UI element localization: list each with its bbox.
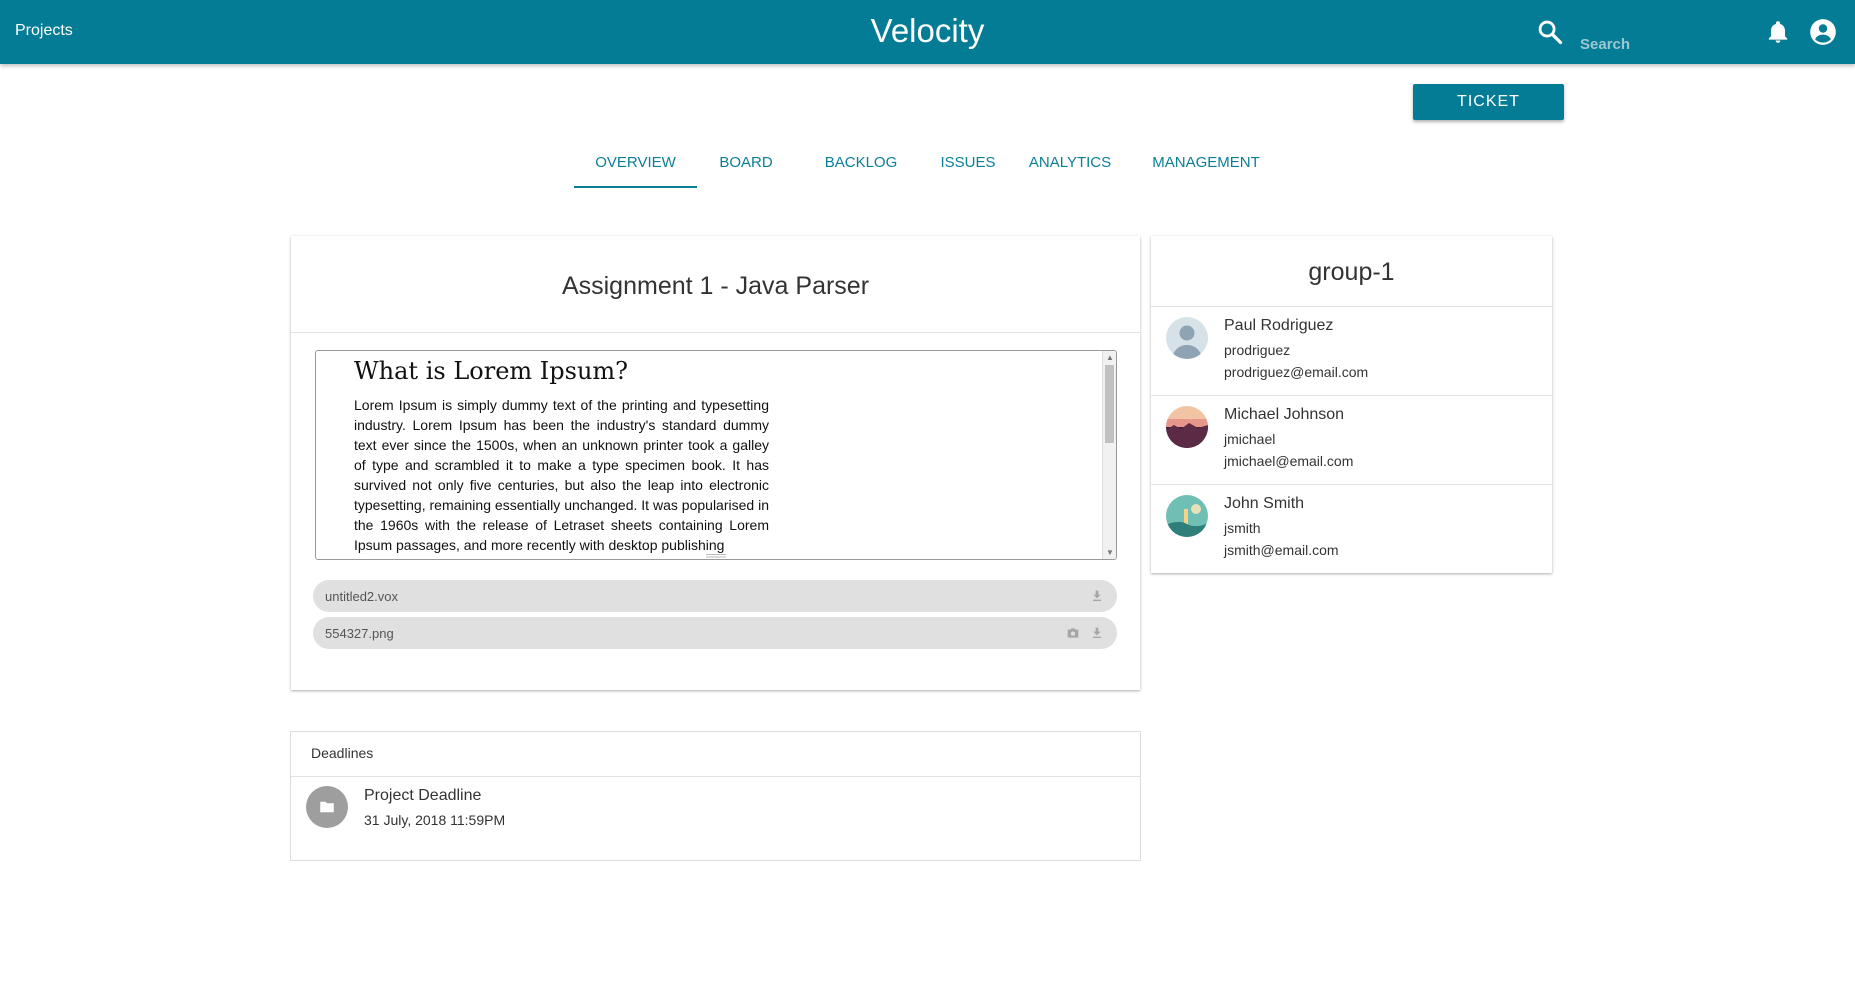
download-icon[interactable] bbox=[1089, 588, 1105, 604]
tab-management[interactable]: MANAGEMENT bbox=[1145, 140, 1267, 186]
document-content: What is Lorem Ipsum? Lorem Ipsum is simp… bbox=[354, 357, 769, 555]
deadlines-header: Deadlines bbox=[311, 745, 374, 761]
attachment-name: untitled2.vox bbox=[325, 589, 398, 604]
ticket-button[interactable]: TICKET bbox=[1413, 84, 1564, 120]
resize-handle-icon[interactable] bbox=[706, 553, 726, 559]
assignment-title: Assignment 1 - Java Parser bbox=[561, 272, 870, 300]
attachment-chip[interactable]: untitled2.vox bbox=[313, 580, 1117, 612]
scroll-up-arrow-icon[interactable]: ▲ bbox=[1106, 353, 1114, 362]
sunset-avatar bbox=[1166, 406, 1208, 448]
tab-board[interactable]: BOARD bbox=[700, 140, 792, 186]
deadline-title[interactable]: Project Deadline bbox=[364, 787, 481, 805]
member-username: jsmith bbox=[1224, 520, 1261, 536]
tab-analytics[interactable]: ANALYTICS bbox=[1020, 140, 1120, 186]
tab-issues[interactable]: ISSUES bbox=[920, 140, 1016, 186]
deadline-date: 31 July, 2018 11:59PM bbox=[364, 812, 506, 828]
group-name: group-1 bbox=[1308, 258, 1395, 286]
member-email: jsmith@email.com bbox=[1224, 542, 1339, 558]
projects-link[interactable]: Projects bbox=[15, 22, 73, 40]
scrollbar-thumb[interactable] bbox=[1105, 365, 1114, 443]
member-name: Paul Rodriguez bbox=[1224, 317, 1334, 334]
tab-backlog[interactable]: BACKLOG bbox=[805, 140, 917, 186]
member-email: prodriguez@email.com bbox=[1224, 364, 1369, 380]
assignment-card: Assignment 1 - Java Parser What is Lorem… bbox=[291, 236, 1140, 690]
document-scrollbar[interactable]: ▲ ▼ bbox=[1102, 351, 1116, 559]
default-person-avatar bbox=[1166, 317, 1208, 359]
member-username: jmichael bbox=[1224, 431, 1276, 447]
group-card: group-1 Paul Rodriguez prodriguez prodri… bbox=[1151, 236, 1552, 573]
search-input[interactable] bbox=[1578, 32, 1722, 56]
member-list-item[interactable]: John Smith jsmith jsmith@email.com bbox=[1151, 485, 1552, 573]
divider bbox=[291, 332, 1140, 333]
deadlines-card: Deadlines Project Deadline 31 July, 2018… bbox=[291, 732, 1140, 860]
deadline-avatar bbox=[306, 786, 348, 828]
member-username: prodriguez bbox=[1224, 342, 1291, 358]
document-heading: What is Lorem Ipsum? bbox=[354, 357, 629, 385]
scroll-down-arrow-icon[interactable]: ▼ bbox=[1106, 548, 1114, 557]
bell-icon[interactable] bbox=[1765, 19, 1791, 45]
teal-landscape-avatar bbox=[1166, 495, 1208, 537]
member-list-item[interactable]: Michael Johnson jmichael jmichael@email.… bbox=[1151, 396, 1552, 484]
tab-overview[interactable]: OVERVIEW bbox=[574, 140, 697, 188]
divider bbox=[291, 776, 1140, 777]
search-icon[interactable] bbox=[1536, 18, 1564, 46]
top-app-bar: Projects Velocity bbox=[0, 0, 1855, 64]
camera-icon[interactable] bbox=[1065, 625, 1081, 641]
account-circle-icon[interactable] bbox=[1809, 18, 1837, 46]
app-title: Velocity bbox=[870, 12, 985, 49]
download-icon[interactable] bbox=[1089, 625, 1105, 641]
attachment-chip[interactable]: 554327.png bbox=[313, 617, 1117, 649]
document-viewer[interactable]: What is Lorem Ipsum? Lorem Ipsum is simp… bbox=[315, 350, 1117, 560]
attachment-name: 554327.png bbox=[325, 626, 394, 641]
member-email: jmichael@email.com bbox=[1224, 453, 1354, 469]
member-name: Michael Johnson bbox=[1224, 406, 1345, 423]
document-body: Lorem Ipsum is simply dummy text of the … bbox=[354, 397, 769, 553]
folder-icon bbox=[320, 801, 334, 813]
member-list-item[interactable]: Paul Rodriguez prodriguez prodriguez@ema… bbox=[1151, 307, 1552, 395]
member-name: John Smith bbox=[1224, 495, 1305, 512]
